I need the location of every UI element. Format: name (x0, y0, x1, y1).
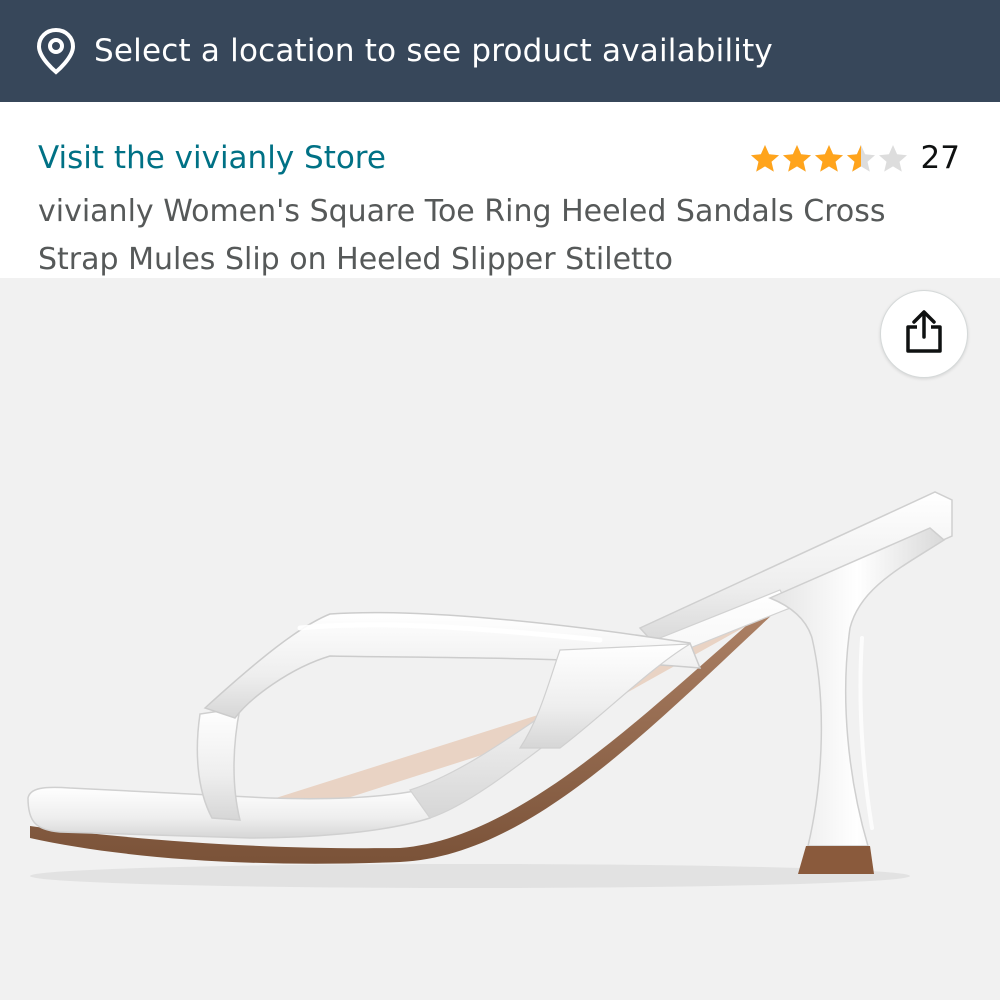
share-icon (902, 309, 946, 359)
product-info: Visit the vivianly Store 27 vivianly Wom… (0, 102, 1000, 278)
location-pin-icon (34, 25, 78, 77)
rating-count: 27 (920, 140, 960, 176)
star-icon (814, 144, 843, 172)
product-image (27, 491, 953, 888)
star-icon (878, 144, 907, 172)
store-link[interactable]: Visit the vivianly Store (38, 140, 386, 176)
star-icon (782, 144, 811, 172)
star-rating (749, 143, 909, 174)
product-title: vivianly Women's Square Toe Ring Heeled … (38, 194, 886, 277)
star-icon (846, 144, 875, 172)
location-prompt-text: Select a location to see product availab… (94, 33, 773, 69)
location-bar[interactable]: Select a location to see product availab… (0, 0, 1000, 102)
product-image-gallery[interactable] (0, 278, 1000, 1000)
share-button[interactable] (880, 290, 968, 378)
star-icon (750, 144, 779, 172)
rating[interactable]: 27 (749, 140, 960, 176)
